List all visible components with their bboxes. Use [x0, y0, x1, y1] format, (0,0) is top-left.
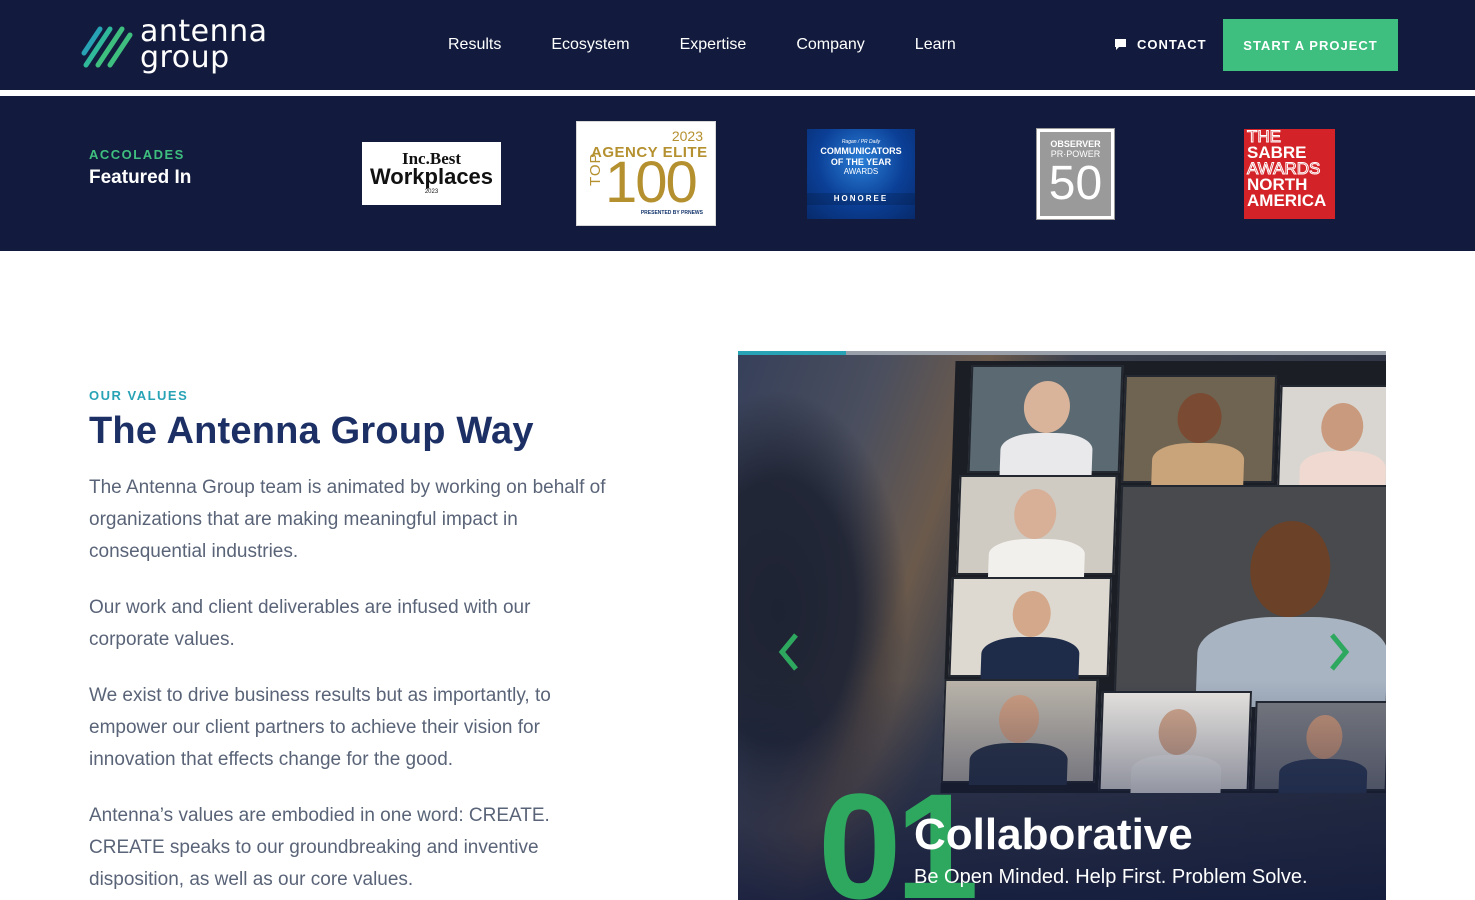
values-slider: 01 Collaborative Be Open Minded. Help Fi…: [738, 351, 1386, 900]
comm-line-3: AWARDS: [843, 167, 879, 176]
agency-top: TOP: [587, 152, 604, 186]
contact-link[interactable]: CONTACT: [1114, 37, 1207, 52]
logo-wordmark: antenna group: [140, 17, 268, 73]
agency-presented: PRESENTED BY PRNEWS: [640, 210, 703, 216]
main-nav: Results Ecosystem Expertise Company Lear…: [448, 34, 1006, 56]
logo[interactable]: antenna group: [78, 14, 288, 76]
nav-ecosystem[interactable]: Ecosystem: [551, 34, 629, 56]
nav-results[interactable]: Results: [448, 34, 501, 56]
site-header: antenna group Results Ecosystem Expertis…: [0, 0, 1475, 90]
observer-pr-power-badge: OBSERVER PR·POWER 50: [1036, 128, 1115, 220]
comm-line-2: OF THE YEAR: [830, 157, 892, 167]
slider-next-button[interactable]: [1324, 631, 1354, 673]
agency-elite-badge: 2023 AGENCY ELITE TOP 100 PRESENTED BY P…: [576, 121, 716, 226]
accolades-label: ACCOLADES: [89, 147, 185, 162]
nav-expertise[interactable]: Expertise: [680, 34, 747, 56]
observer-line-1: OBSERVER: [1050, 139, 1101, 149]
values-paragraph-3: We exist to drive business results but a…: [89, 685, 551, 770]
values-title: The Antenna Group Way: [89, 410, 534, 452]
slide-title: Collaborative: [914, 810, 1193, 859]
nav-learn[interactable]: Learn: [915, 34, 956, 56]
values-eyebrow: OUR VALUES: [89, 388, 189, 403]
slide-subtitle: Be Open Minded. Help First. Problem Solv…: [914, 866, 1308, 888]
chat-bubble-icon: [1115, 39, 1126, 50]
agency-year: 2023: [671, 128, 703, 144]
chevron-right-icon: [1330, 633, 1350, 671]
slider-progress-bar: [738, 351, 1386, 355]
values-paragraph-4: Antenna’s values are embodied in one wor…: [89, 805, 550, 890]
observer-number: 50: [1048, 157, 1103, 210]
sabre-line-5: AMERICA: [1247, 191, 1327, 210]
inc-best-workplaces-badge: Inc.Best Workplaces 2023: [362, 142, 501, 205]
accolades-band: ACCOLADES Featured In Inc.Best Workplace…: [0, 96, 1475, 251]
values-paragraph-2: Our work and client deliverables are inf…: [89, 597, 531, 650]
contact-label: CONTACT: [1137, 37, 1207, 52]
values-paragraph-1: The Antenna Group team is animated by wo…: [89, 477, 606, 562]
comm-publisher: Ragan / PR Daily: [841, 139, 881, 145]
slider-progress-fill: [738, 351, 847, 355]
comm-honoree: HONOREE: [807, 193, 915, 205]
inc-line-2: Workplaces: [369, 164, 494, 189]
accolades-title: Featured In: [89, 167, 192, 188]
comm-line-1: COMMUNICATORS: [820, 146, 902, 156]
chevron-left-icon: [778, 633, 798, 671]
communicators-badge: Ragan / PR Daily COMMUNICATORS OF THE YE…: [807, 129, 915, 219]
logo-stripes-icon: [81, 26, 133, 68]
nav-company[interactable]: Company: [796, 34, 864, 56]
slider-prev-button[interactable]: [774, 631, 804, 673]
agency-number: 100: [605, 150, 698, 215]
sabre-awards-badge: THE SABRE AWARDS NORTH AMERICA: [1244, 128, 1335, 219]
start-project-button[interactable]: START A PROJECT: [1223, 19, 1398, 71]
